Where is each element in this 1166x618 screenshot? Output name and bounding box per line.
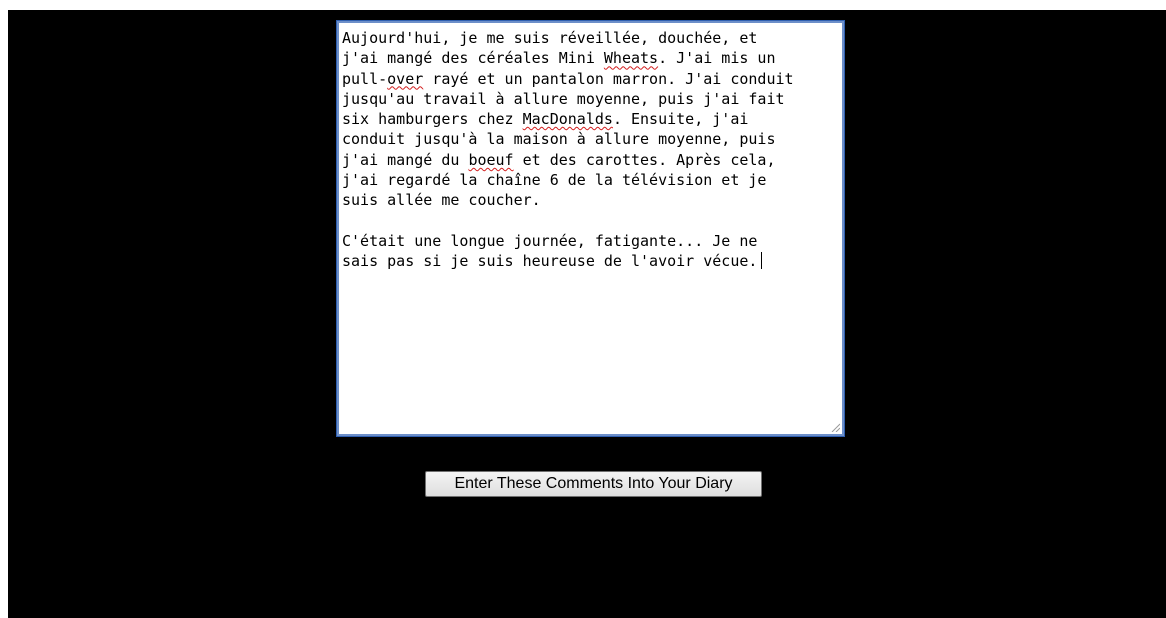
text-caret <box>761 252 763 270</box>
resize-grip-icon[interactable] <box>830 422 840 432</box>
enter-comments-button[interactable]: Enter These Comments Into Your Diary <box>425 471 762 497</box>
misspelled-word-over[interactable]: over <box>387 70 423 88</box>
misspelled-word-boeuf[interactable]: boeuf <box>468 151 513 169</box>
diary-textarea[interactable]: Aujourd'hui, je me suis réveillée, douch… <box>336 20 845 437</box>
misspelled-word-wheats[interactable]: Wheats <box>604 49 658 67</box>
page-background: Aujourd'hui, je me suis réveillée, douch… <box>8 10 1166 618</box>
misspelled-word-macdonalds[interactable]: MacDonalds <box>523 110 613 128</box>
